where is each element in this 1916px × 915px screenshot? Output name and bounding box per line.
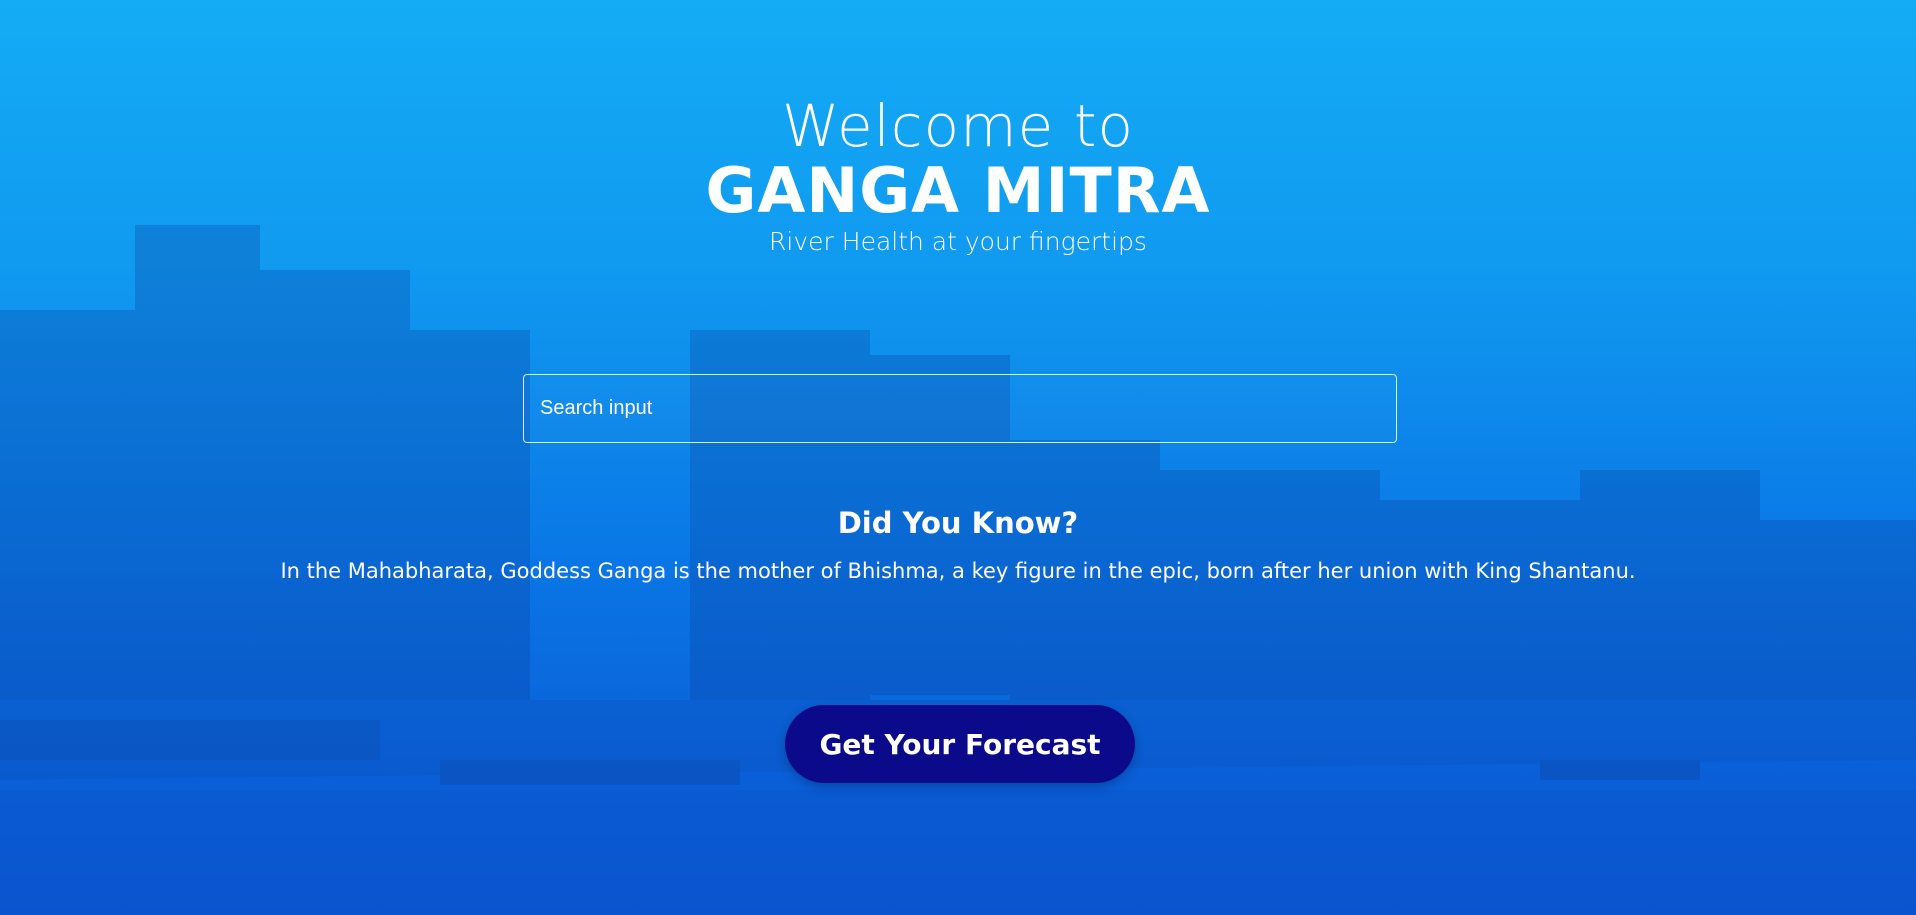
did-you-know-heading: Did You Know?	[837, 506, 1079, 540]
tagline: River Health at your fingertips	[769, 227, 1147, 256]
did-you-know-text: In the Mahabharata, Goddess Ganga is the…	[280, 559, 1636, 583]
title-block: Welcome to GANGA MITRA River Health at y…	[0, 92, 1916, 258]
hero-section: Welcome to GANGA MITRA River Health at y…	[0, 0, 1916, 915]
brand-title: GANGA MITRA	[705, 154, 1211, 227]
welcome-heading: Welcome to	[782, 92, 1134, 160]
main-content: Welcome to GANGA MITRA River Health at y…	[0, 0, 1916, 915]
get-forecast-button[interactable]: Get Your Forecast	[785, 705, 1135, 783]
search-input[interactable]	[524, 375, 1396, 442]
search-box	[523, 374, 1397, 443]
